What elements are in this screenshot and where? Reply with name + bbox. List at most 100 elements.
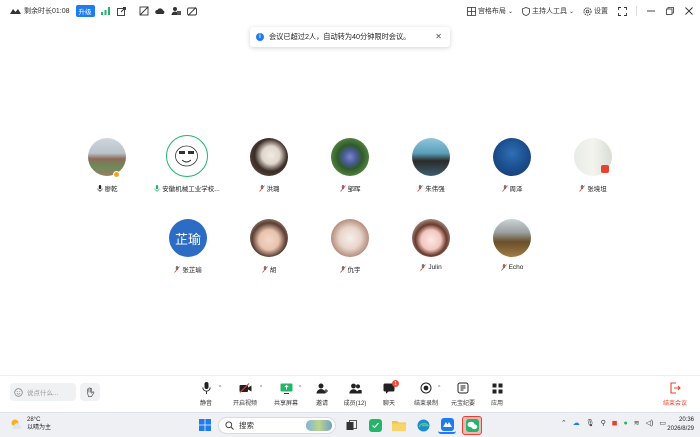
chat-input[interactable]: 说点什么...: [10, 383, 76, 401]
weather-widget[interactable]: 28°C 以晴为主: [10, 416, 51, 432]
participant-name: 邹晖: [347, 186, 361, 193]
task-view-icon[interactable]: [342, 416, 360, 434]
participant-tile[interactable]: 芷瑜 张芷瑜: [153, 219, 223, 279]
avatar-initials: 芷瑜: [174, 231, 201, 247]
avatar: [88, 138, 126, 176]
participant-name-row: Echo: [477, 264, 547, 271]
participant-tile[interactable]: 廖乾: [72, 138, 142, 198]
members-button[interactable]: 成员(12): [338, 381, 372, 407]
grid-layout-icon: [467, 6, 476, 16]
exit-icon: [670, 382, 681, 394]
apps-button[interactable]: 应用: [480, 381, 514, 407]
restore-icon[interactable]: [665, 6, 675, 16]
start-button[interactable]: [196, 416, 214, 434]
tray-overflow-chevron-icon[interactable]: ⌃: [561, 419, 567, 427]
mic-muted-icon: [339, 184, 346, 192]
settings-button[interactable]: 设置: [583, 6, 608, 16]
ai-minutes-label: 元宝纪要: [450, 401, 475, 407]
participant-name: 张芷瑜: [182, 267, 202, 274]
mute-button[interactable]: 静音: [189, 381, 223, 407]
avatar: [412, 138, 450, 176]
top-bar-left: 剩余时长01:08 升级: [0, 5, 197, 17]
start-video-button[interactable]: 开启视频: [228, 381, 262, 407]
tray-app-icon[interactable]: ◼: [612, 419, 618, 427]
clock-time: 20:36: [678, 417, 694, 423]
battery-icon[interactable]: ▭: [659, 419, 666, 427]
participant-tile[interactable]: Julin: [396, 219, 466, 279]
tray-wechat-icon[interactable]: ●: [624, 420, 628, 427]
cloud-icon[interactable]: [154, 6, 165, 16]
record-icon: [420, 382, 432, 394]
participant-tile[interactable]: 张境坦: [558, 138, 628, 198]
host-tools-button[interactable]: 主持人工具 ⌄: [522, 6, 574, 16]
members-lock-icon[interactable]: [171, 6, 181, 16]
participant-name: 仇宇: [347, 267, 361, 274]
participant-tile[interactable]: 洪璐: [234, 138, 304, 198]
volume-icon[interactable]: ◁): [646, 419, 654, 427]
top-bar: 剩余时长01:08 升级 宫格布局 ⌄ 主持人工具 ⌄ 设置: [0, 0, 700, 22]
file-explorer-icon[interactable]: [390, 416, 408, 434]
mic-muted-icon: [500, 264, 507, 271]
avatar: [331, 219, 369, 257]
wechat-work-icon[interactable]: [366, 416, 384, 434]
avatar: 芷瑜: [169, 219, 207, 257]
participant-tile[interactable]: 朱伟强: [396, 138, 466, 198]
minimize-icon[interactable]: [646, 6, 656, 16]
participant-name: 周泽: [509, 186, 523, 193]
chevron-down-icon: ⌄: [507, 8, 513, 15]
taskbar-search[interactable]: 搜索: [218, 417, 336, 434]
end-meeting-button[interactable]: 结束会议: [657, 381, 693, 407]
mic-options-caret-icon[interactable]: ^: [219, 385, 221, 391]
avatar: [493, 219, 531, 257]
layout-label: 宫格布局: [477, 8, 506, 15]
mic-muted-icon: [417, 184, 424, 192]
meeting-timer: 剩余时长01:08: [10, 6, 70, 16]
wechat-taskbar-icon[interactable]: [462, 416, 482, 435]
invite-button[interactable]: 邀请: [305, 381, 339, 407]
share-options-caret-icon[interactable]: ^: [299, 385, 301, 391]
gear-icon: [583, 6, 592, 16]
windows-logo-icon: [199, 419, 211, 431]
caption-off-icon[interactable]: [186, 6, 197, 16]
participant-tile[interactable]: 仇宇: [315, 219, 385, 279]
ai-minutes-button[interactable]: 元宝纪要: [446, 381, 480, 407]
toast-close-icon[interactable]: ✕: [435, 32, 442, 41]
settings-label: 设置: [594, 8, 608, 15]
tray-location-icon[interactable]: ⚲: [601, 419, 606, 427]
participant-tile[interactable]: 邹晖: [315, 138, 385, 198]
apps-label: 应用: [490, 401, 503, 407]
chat-badge: 1: [392, 380, 399, 387]
tencent-meeting-logo-icon: [10, 8, 21, 14]
participant-name: Julin: [428, 264, 442, 271]
participant-name-row: 邹晖: [315, 183, 385, 193]
fullscreen-icon[interactable]: [617, 6, 627, 16]
tray-cloud-icon[interactable]: ☁: [573, 419, 580, 427]
chat-button[interactable]: 1 聊天: [372, 380, 406, 407]
record-options-caret-icon[interactable]: ^: [438, 385, 440, 391]
noise-reduction-icon[interactable]: [139, 6, 149, 16]
tray-mic-icon[interactable]: 🎙: [586, 419, 595, 427]
raise-hand-button[interactable]: [80, 383, 100, 401]
taskbar-clock[interactable]: 20:36 2026/8/29: [667, 416, 694, 434]
participant-name: 张境坦: [587, 186, 607, 193]
video-options-caret-icon[interactable]: ^: [260, 385, 262, 391]
tencent-meeting-taskbar-icon[interactable]: [438, 416, 456, 434]
close-icon[interactable]: [684, 6, 694, 16]
participant-tile[interactable]: 安徽机械工业学校...: [152, 135, 222, 198]
participant-tile[interactable]: 周泽: [477, 138, 547, 198]
participant-tile[interactable]: Echo: [477, 219, 547, 279]
upgrade-button[interactable]: 升级: [75, 5, 95, 17]
meeting-toolbar: 说点什么... 静音 ^ 开启视频 ^ 共享屏幕 ^ 邀请 成员(12) 1 聊…: [0, 375, 700, 412]
mic-on-icon: [96, 184, 103, 192]
wifi-icon[interactable]: ≋: [634, 419, 640, 427]
layout-button[interactable]: 宫格布局 ⌄: [467, 6, 513, 16]
avatar: [166, 135, 208, 177]
participant-tile[interactable]: 胡: [234, 219, 304, 279]
mic-muted-icon: [261, 265, 268, 273]
signal-icon[interactable]: [101, 6, 111, 16]
participant-name-row: 廖乾: [72, 183, 142, 193]
shared-screen-badge-icon: [601, 165, 609, 173]
share-screen-button[interactable]: 共享屏幕: [269, 381, 303, 407]
edge-browser-icon[interactable]: [414, 416, 432, 434]
external-window-icon[interactable]: [117, 6, 127, 16]
